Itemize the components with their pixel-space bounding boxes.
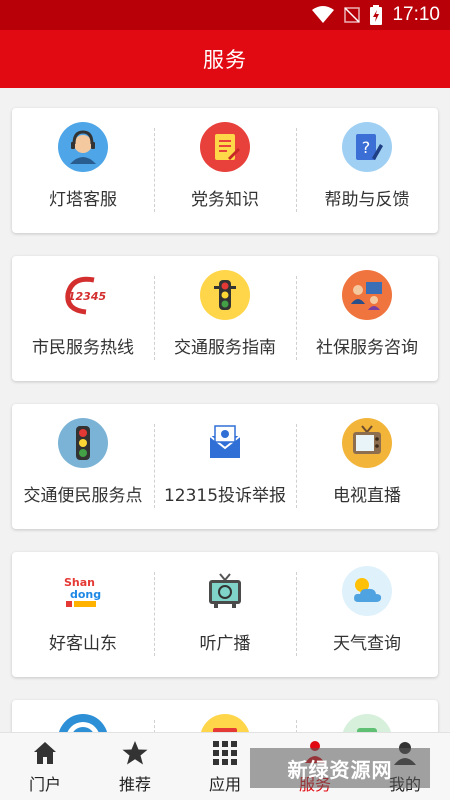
- app-header: 服务: [0, 30, 450, 88]
- nav-item-portal[interactable]: 门户: [0, 733, 90, 800]
- weather-icon: [342, 566, 392, 616]
- service-card: [12, 700, 438, 732]
- service-item-partial-2[interactable]: [154, 700, 296, 732]
- nav-label: 应用: [208, 775, 241, 794]
- svg-text:dong: dong: [70, 588, 101, 601]
- customer-service-icon: [58, 122, 108, 172]
- service-item-radio[interactable]: 听广播: [154, 552, 296, 677]
- service-list[interactable]: 灯塔客服 党务知识 ? 帮助与反馈 12345 市民服务热线 交通服务指南 社保…: [0, 88, 450, 732]
- service-partial-blue-icon: [59, 714, 107, 732]
- traffic-service-point-icon: [58, 418, 108, 468]
- service-label: 党务知识: [191, 190, 259, 210]
- social-security-icon: [342, 270, 392, 320]
- service-item-partial-3[interactable]: [296, 700, 438, 732]
- tv-live-icon: [342, 418, 392, 468]
- service-item-12315-complaint[interactable]: 12315投诉举报: [154, 404, 296, 529]
- service-card: 灯塔客服 党务知识 ? 帮助与反馈: [12, 108, 438, 233]
- nav-label: 门户: [28, 775, 61, 794]
- service-item-social-security[interactable]: 社保服务咨询: [296, 256, 438, 381]
- service-item-weather[interactable]: 天气查询: [296, 552, 438, 677]
- hotline-12345-icon: 12345: [65, 276, 107, 315]
- service-item-tv-live[interactable]: 电视直播: [296, 404, 438, 529]
- no-signal-icon: [344, 7, 361, 23]
- watermark: 新绿资源网: [250, 748, 430, 788]
- grid-icon: [213, 741, 237, 765]
- help-feedback-icon: ?: [342, 122, 392, 172]
- nav-item-recommend[interactable]: 推荐: [90, 733, 180, 800]
- service-label: 电视直播: [333, 486, 401, 506]
- service-item-traffic-guide[interactable]: 交通服务指南: [154, 256, 296, 381]
- service-item-partial-1[interactable]: [12, 700, 154, 732]
- wifi-icon: [312, 6, 335, 23]
- service-label: 灯塔客服: [49, 190, 117, 210]
- complaint-mail-icon: [209, 425, 241, 458]
- star-icon: [122, 741, 148, 765]
- service-card: 12345 市民服务热线 交通服务指南 社保服务咨询: [12, 256, 438, 381]
- watermark-text: 新绿资源网: [287, 757, 393, 782]
- page-title: 服务: [203, 48, 247, 72]
- service-label: 帮助与反馈: [324, 190, 410, 210]
- battery-charging-icon: [370, 5, 383, 25]
- service-label: 好客山东: [49, 634, 117, 654]
- service-label: 社保服务咨询: [316, 338, 418, 358]
- service-item-help-feedback[interactable]: ? 帮助与反馈: [296, 108, 438, 233]
- home-icon: [34, 742, 56, 764]
- service-item-hospitable-shandong[interactable]: Shan dong 好客山东: [12, 552, 154, 677]
- service-card: Shan dong 好客山东 听广播 天气查询: [12, 552, 438, 677]
- service-item-citizen-hotline[interactable]: 12345 市民服务热线: [12, 256, 154, 381]
- service-item-traffic-service-point[interactable]: 交通便民服务点: [12, 404, 154, 529]
- service-item-party-knowledge[interactable]: 党务知识: [154, 108, 296, 233]
- service-label: 听广播: [199, 634, 251, 654]
- party-knowledge-icon: [200, 122, 250, 172]
- shandong-logo-icon: Shan dong: [64, 576, 101, 607]
- service-partial-card-icon: [201, 714, 249, 732]
- traffic-light-icon: [200, 270, 250, 320]
- service-item-lighthouse-support[interactable]: 灯塔客服: [12, 108, 154, 233]
- service-label: 交通便民服务点: [23, 486, 143, 506]
- service-label: 12315投诉举报: [163, 486, 287, 506]
- status-time: 17:10: [392, 4, 440, 25]
- svg-text:?: ?: [362, 138, 371, 157]
- service-label: 市民服务热线: [32, 338, 134, 358]
- radio-icon: [209, 573, 241, 608]
- status-bar: 17:10: [0, 0, 450, 30]
- service-partial-green-icon: [343, 714, 391, 732]
- service-label: 交通服务指南: [174, 338, 276, 358]
- service-card: 交通便民服务点 12315投诉举报 电视直播: [12, 404, 438, 529]
- svg-text:12345: 12345: [68, 290, 107, 303]
- nav-label: 推荐: [118, 775, 151, 794]
- service-label: 天气查询: [333, 634, 401, 654]
